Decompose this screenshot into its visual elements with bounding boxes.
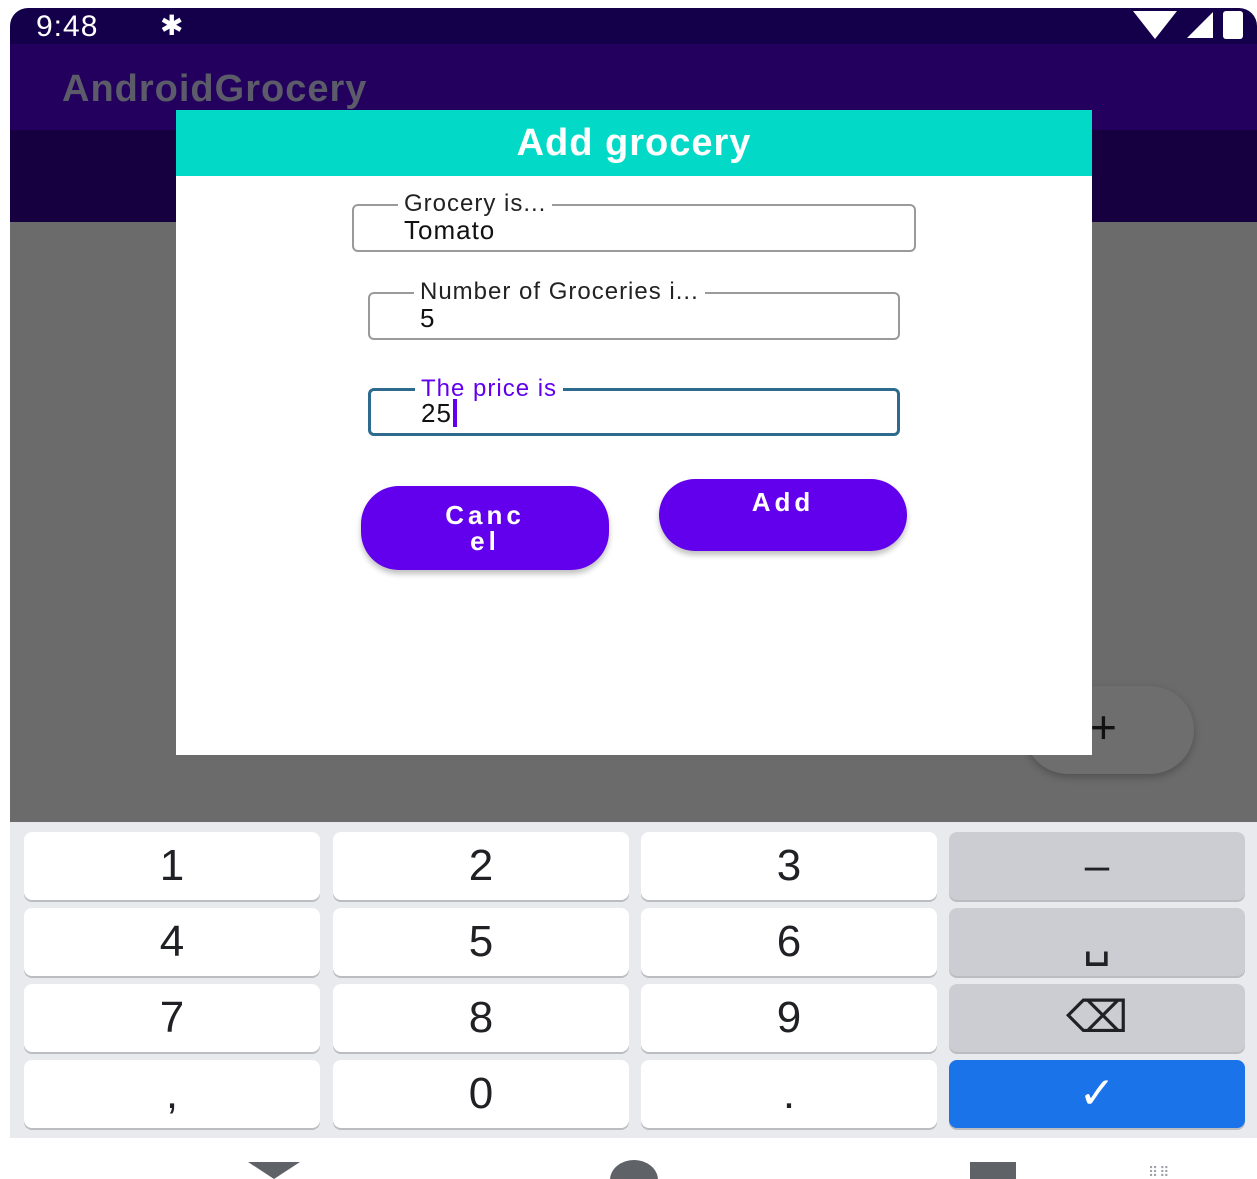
cancel-label-line2: el [470, 526, 500, 556]
key-7[interactable]: 7 [24, 984, 320, 1052]
key-8[interactable]: 8 [333, 984, 629, 1052]
battery-icon [1223, 11, 1243, 39]
key-9[interactable]: 9 [641, 984, 937, 1052]
key-period[interactable]: . [641, 1060, 937, 1128]
add-button-label: Add [751, 487, 815, 517]
grocery-count-value: 5 [420, 303, 436, 333]
cancel-button-label: Canc el [445, 500, 525, 556]
dialog-title: Add grocery [176, 110, 1092, 176]
grocery-price-value: 25 [421, 399, 457, 427]
key-3[interactable]: 3 [641, 832, 937, 900]
status-bar: 9:48 ✱ [10, 8, 1257, 44]
plus-icon: + [1090, 701, 1117, 753]
gear-icon: ✱ [160, 10, 184, 41]
signal-icon [1187, 12, 1213, 38]
system-nav-bar: ⠿⠿ [0, 1138, 1257, 1179]
grocery-name-value: Tomato [404, 215, 496, 245]
recents-icon[interactable] [970, 1162, 1016, 1179]
cancel-button[interactable]: Canc el [361, 486, 609, 570]
grocery-price-text: 25 [421, 398, 452, 428]
backspace-key[interactable]: ⌫ [949, 984, 1245, 1052]
add-grocery-dialog: Add grocery Grocery is... Tomato Number … [176, 110, 1092, 755]
key-4[interactable]: 4 [24, 908, 320, 976]
status-time: 9:48 [36, 10, 99, 43]
keyboard-switch-icon[interactable]: ⠿⠿ [1148, 1164, 1171, 1179]
grocery-count-field[interactable]: Number of Groceries i... 5 [368, 280, 900, 340]
key-minus[interactable]: – [949, 832, 1245, 900]
key-6[interactable]: 6 [641, 908, 937, 976]
space-key[interactable]: ␣ [949, 908, 1245, 976]
home-icon[interactable] [610, 1160, 658, 1179]
back-icon[interactable] [248, 1162, 300, 1179]
add-button[interactable]: Add [659, 479, 907, 551]
enter-key[interactable]: ✓ [949, 1060, 1245, 1128]
wifi-icon [1133, 11, 1177, 39]
grocery-price-field[interactable]: The price is 25 [368, 377, 900, 436]
key-comma[interactable]: , [24, 1060, 320, 1128]
key-0[interactable]: 0 [333, 1060, 629, 1128]
key-2[interactable]: 2 [333, 832, 629, 900]
key-5[interactable]: 5 [333, 908, 629, 976]
text-cursor [452, 399, 457, 427]
grocery-name-field[interactable]: Grocery is... Tomato [352, 192, 916, 252]
key-1[interactable]: 1 [24, 832, 320, 900]
numeric-keyboard: 1 2 3 – 4 5 6 ␣ 7 8 9 ⌫ , 0 . ✓ [10, 822, 1257, 1138]
grocery-name-label: Grocery is... [398, 192, 553, 216]
grocery-count-label: Number of Groceries i... [414, 280, 705, 304]
app-title: AndroidGrocery [62, 68, 368, 110]
status-icons [1133, 11, 1243, 39]
